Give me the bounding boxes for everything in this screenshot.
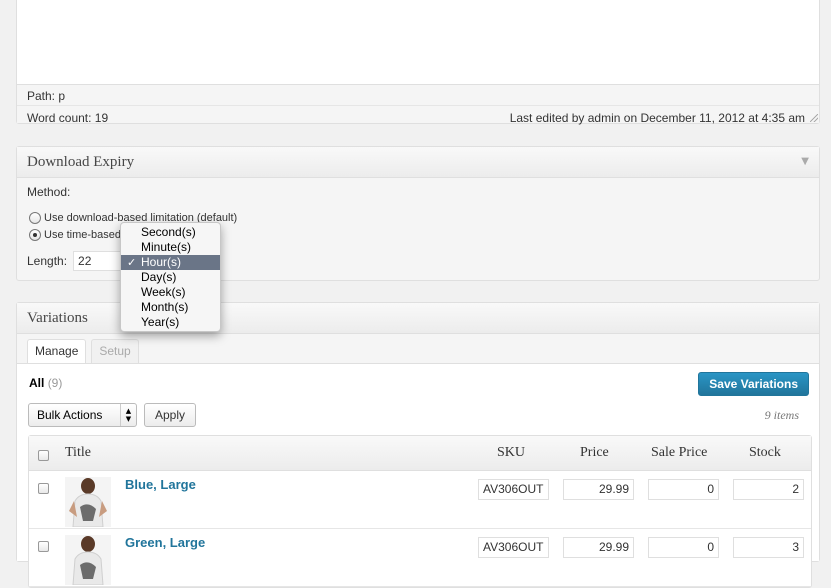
table-header: Title SKU Price Sale Price Stock (29, 436, 811, 471)
column-sku: SKU (497, 445, 526, 460)
unit-option-weeks[interactable]: Week(s) (121, 285, 220, 300)
unit-option-months[interactable]: Month(s) (121, 300, 220, 315)
apply-button[interactable]: Apply (144, 403, 197, 427)
column-price: Price (580, 445, 609, 460)
tab-manage[interactable]: Manage (27, 339, 87, 364)
editor-status-area: Path: p Word count: 19 Last edited by ad… (17, 84, 819, 125)
resize-handle-icon[interactable] (810, 114, 818, 122)
length-row: Length: 22 (27, 251, 124, 271)
product-thumbnail[interactable] (65, 477, 111, 527)
row-checkbox[interactable] (38, 541, 49, 552)
last-edited: Last edited by admin on December 11, 201… (509, 111, 805, 125)
variations-table: Title SKU Price Sale Price Stock Blue, L… (28, 435, 812, 588)
unit-option-years[interactable]: Year(s) (121, 315, 220, 330)
items-count: 9 items (764, 408, 799, 422)
word-count: Word count: 19 (27, 111, 109, 125)
variations-tabs: Manage Setup (27, 339, 144, 364)
editor-statusbar: Word count: 19 Last edited by admin on D… (17, 105, 819, 125)
select-arrows-icon: ▲ ▼ (120, 404, 136, 426)
tab-setup[interactable]: Setup (91, 339, 139, 363)
unit-option-seconds[interactable]: Second(s) (121, 225, 220, 240)
unit-dropdown-menu[interactable]: Second(s) Minute(s) ✓ Hour(s) Day(s) Week… (120, 222, 221, 332)
unit-option-days[interactable]: Day(s) (121, 270, 220, 285)
variations-body: All (9) Save Variations Bulk Actions ▲ ▼ … (17, 363, 819, 588)
variation-name[interactable]: Blue, Large (125, 477, 196, 492)
download-expiry-title: Download Expiry (27, 154, 135, 170)
variations-box: Variations Manage Setup All (9) Save Var… (16, 302, 820, 588)
column-sale-price: Sale Price (651, 445, 708, 460)
table-row: Blue, Large AV306OUT 29.99 0 2 (29, 471, 811, 529)
stock-field[interactable]: 2 (733, 479, 804, 500)
length-label: Length: (27, 254, 68, 268)
unit-option-hours[interactable]: ✓ Hour(s) (121, 255, 220, 270)
save-variations-button[interactable]: Save Variations (698, 372, 809, 396)
filter-all-count: (9) (47, 376, 63, 390)
row-checkbox[interactable] (38, 483, 49, 494)
filter-all-label: All (29, 376, 45, 390)
method-time-label: Use time-based (44, 229, 122, 241)
checkmark-icon: ✓ (127, 256, 137, 269)
bulk-actions-select[interactable]: Bulk Actions ▲ ▼ (28, 403, 137, 427)
editor-path: Path: p (27, 89, 66, 103)
price-field[interactable]: 29.99 (563, 479, 634, 500)
collapse-toggle-icon[interactable]: ▼ (801, 147, 809, 177)
column-stock: Stock (749, 445, 781, 460)
sku-field[interactable]: AV306OUT (478, 479, 549, 500)
bulk-actions-label: Bulk Actions (37, 408, 103, 422)
column-title: Title (65, 445, 91, 460)
sale-price-field[interactable]: 0 (648, 479, 719, 500)
download-expiry-header[interactable]: Download Expiry ▼ (17, 147, 819, 178)
method-label: Method: (27, 185, 71, 199)
method-time-option[interactable]: Use time-based (29, 229, 121, 241)
length-input[interactable]: 22 (73, 251, 124, 271)
select-all-checkbox[interactable] (38, 450, 49, 461)
filter-all[interactable]: All (9) (29, 376, 62, 390)
unit-option-minutes[interactable]: Minute(s) (121, 240, 220, 255)
variations-title: Variations (27, 310, 88, 326)
table-row: Green, Large AV306OUT 29.99 0 3 (29, 529, 811, 587)
product-thumbnail[interactable] (65, 535, 111, 585)
method-time-radio[interactable] (29, 229, 41, 241)
post-editor[interactable]: Path: p Word count: 19 Last edited by ad… (16, 0, 820, 125)
method-download-radio[interactable] (29, 212, 41, 224)
